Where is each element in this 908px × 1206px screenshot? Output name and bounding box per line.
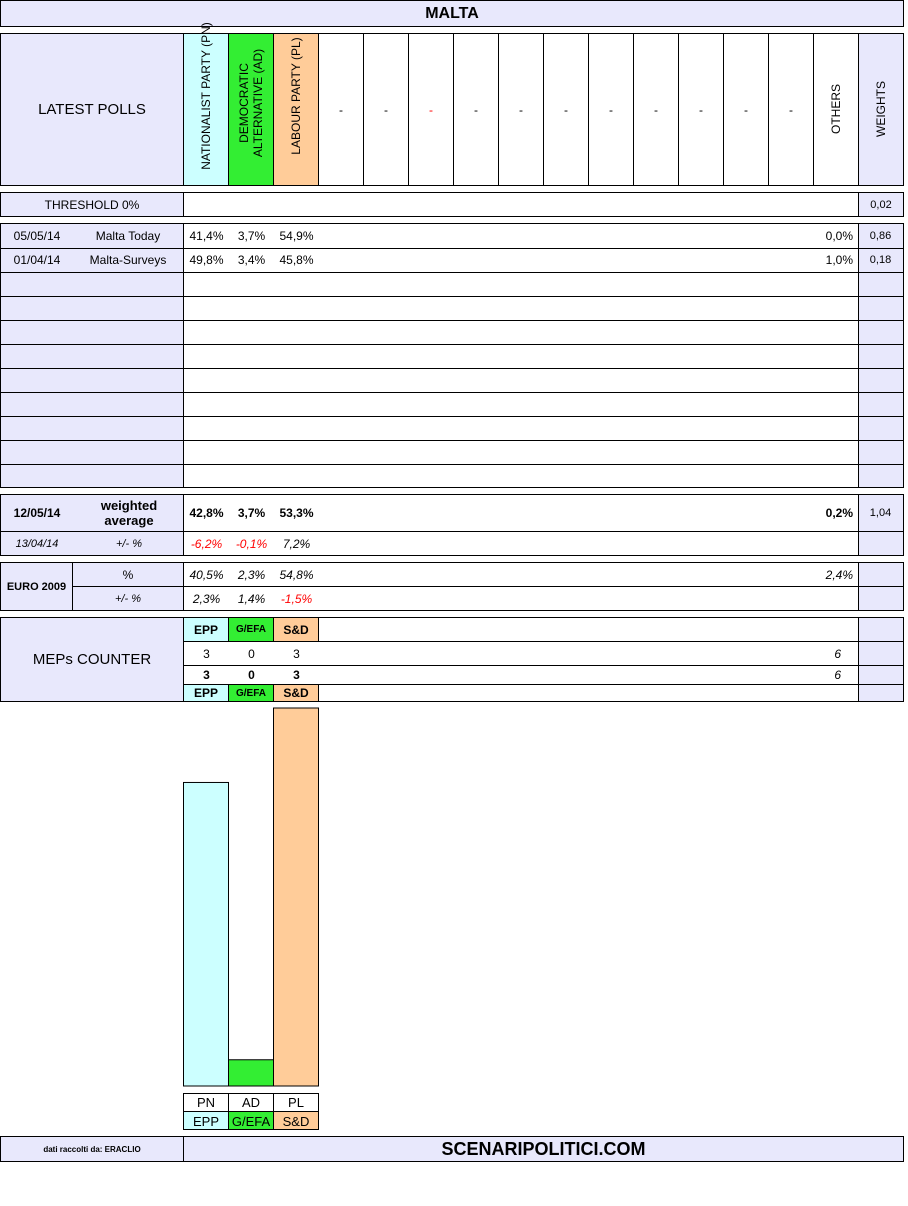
weighted-diff-label: +/- % [116, 537, 142, 550]
weighted-others: 0,2% [825, 506, 853, 520]
threshold-label: THRESHOLD 0% [1, 193, 184, 216]
weighted-value: 3,7% [237, 506, 266, 520]
placeholder-col-3: - [454, 34, 499, 185]
weighted-weight: 1,04 [869, 507, 892, 519]
poll-value: 41,4% [189, 229, 224, 243]
placeholder-col-1: - [364, 34, 409, 185]
weighted-value: 42,8% [189, 506, 224, 520]
meps-seat-2: 0 [248, 668, 255, 682]
meps-block: MEPs COUNTER EPP 3 3 EPP G/EFA 0 0 G/EFA S&D 3 3 S&… [0, 617, 904, 702]
weights-label: WEIGHTS [874, 81, 888, 137]
euro-diff: 2,3% [192, 591, 221, 606]
euro-others: 2,4% [825, 567, 853, 582]
poll-pollster: Malta Today [95, 229, 161, 243]
euro-diff-label: +/- % [115, 592, 141, 605]
placeholder-col-7: - [634, 34, 679, 185]
footer-credit: dati raccolti da: ERACLIO [1, 1137, 184, 1161]
party-name: LABOUR PARTY (PL) [289, 37, 303, 155]
bar-PN [183, 781, 229, 1087]
meps-seat-1: 3 [293, 646, 300, 661]
bar-AD [228, 1059, 274, 1087]
poll-value: 54,9% [279, 229, 314, 243]
group-label: S&D [283, 1114, 310, 1129]
weighted-diff: 7,2% [282, 536, 311, 551]
category-label: PN [197, 1095, 215, 1110]
meps-total-1: 6 [834, 646, 841, 661]
party-header-2: LABOUR PARTY (PL) [274, 34, 319, 185]
poll-value: 3,4% [237, 253, 266, 267]
meps-seat-2: 3 [293, 668, 300, 682]
poll-weight: 0,18 [869, 254, 892, 266]
meps-group-top: EPP [184, 618, 229, 641]
euro-diff: 1,4% [237, 591, 266, 606]
euro-pct-label: % [122, 567, 134, 582]
party-name: NATIONALIST PARTY (PN) [199, 22, 213, 170]
party-header-0: NATIONALIST PARTY (PN) [184, 22, 229, 185]
poll-date: 01/04/14 [13, 253, 61, 267]
weighted-value: 53,3% [279, 506, 314, 520]
weighted-diff: -6,2% [190, 536, 223, 551]
euro2009-block: EURO 2009 % +/- % 40,5% 2,3% 54,8% 2,3% 1,4%… [0, 562, 904, 611]
euro-value: 2,3% [237, 567, 266, 582]
threshold-row: THRESHOLD 0% 0,02 [0, 192, 904, 217]
placeholder-col-2: - [409, 34, 454, 185]
placeholder-col-0: - [319, 34, 364, 185]
meps-seat-1: 3 [203, 646, 210, 661]
euro-value: 40,5% [189, 567, 224, 582]
group-label: G/EFA [232, 1114, 271, 1129]
bar-PL [273, 707, 319, 1087]
bar-chart: PN EPP AD G/EFA PL S&D [183, 707, 319, 1130]
category-label: PL [288, 1095, 304, 1110]
weighted-diff: -0,1% [235, 536, 268, 551]
footer-site: SCENARIPOLITICI.COM [184, 1137, 903, 1161]
poll-value: 49,8% [189, 253, 224, 267]
others-label: OTHERS [829, 84, 843, 135]
placeholder-col-6: - [589, 34, 634, 185]
weighted-block: 12/05/14 weighted average 42,8% 3,7% 53,3%… [0, 494, 904, 556]
poll-others: 0,0% [825, 229, 853, 243]
poll-others: 1,0% [825, 253, 853, 267]
placeholder-col-4: - [499, 34, 544, 185]
weighted-label: weighted average [100, 498, 158, 528]
euro-value: 54,8% [279, 567, 314, 582]
group-label: EPP [193, 1114, 219, 1129]
category-label: AD [242, 1095, 260, 1110]
meps-total-2: 6 [834, 668, 841, 682]
poll-value: 45,8% [279, 253, 314, 267]
poll-date: 05/05/14 [13, 229, 61, 243]
meps-group-bottom: EPP [184, 685, 229, 701]
prev-date: 13/04/14 [15, 537, 59, 550]
placeholder-col-5: - [544, 34, 589, 185]
euro-diff: -1,5% [280, 591, 313, 606]
placeholder-col-8: - [679, 34, 724, 185]
meps-group-top: G/EFA [229, 618, 274, 641]
footer: dati raccolti da: ERACLIO SCENARIPOLITIC… [0, 1136, 904, 1162]
header-block: LATEST POLLS NATIONALIST PARTY (PN) DEMOC… [0, 22, 904, 186]
others-header: OTHERS [814, 34, 858, 185]
latest-polls-label: LATEST POLLS [1, 34, 184, 185]
page-title: MALTA [0, 0, 904, 27]
party-name: DEMOCRATIC ALTERNATIVE (AD) [237, 48, 265, 158]
weights-header: WEIGHTS [858, 34, 903, 185]
meps-group-top: S&D [274, 618, 319, 641]
threshold-weight: 0,02 [858, 193, 903, 216]
poll-value: 3,7% [237, 229, 266, 243]
poll-weight: 0,86 [869, 230, 892, 242]
meps-seat-1: 0 [248, 646, 255, 661]
meps-group-bottom: G/EFA [229, 685, 274, 701]
meps-label: MEPs COUNTER [1, 618, 184, 701]
placeholder-col-9: - [724, 34, 769, 185]
polls-table: 05/05/14 Malta Today 41,4% 3,7% 54,9% 0,0% 0,8… [0, 223, 904, 488]
meps-group-bottom: S&D [274, 685, 319, 701]
meps-seat-2: 3 [203, 668, 210, 682]
weighted-date: 12/05/14 [13, 506, 61, 520]
euro2009-label: EURO 2009 [6, 580, 67, 593]
party-header-1: DEMOCRATIC ALTERNATIVE (AD) [229, 34, 274, 185]
placeholder-col-10: - [769, 34, 814, 185]
poll-pollster: Malta-Surveys [89, 253, 167, 267]
